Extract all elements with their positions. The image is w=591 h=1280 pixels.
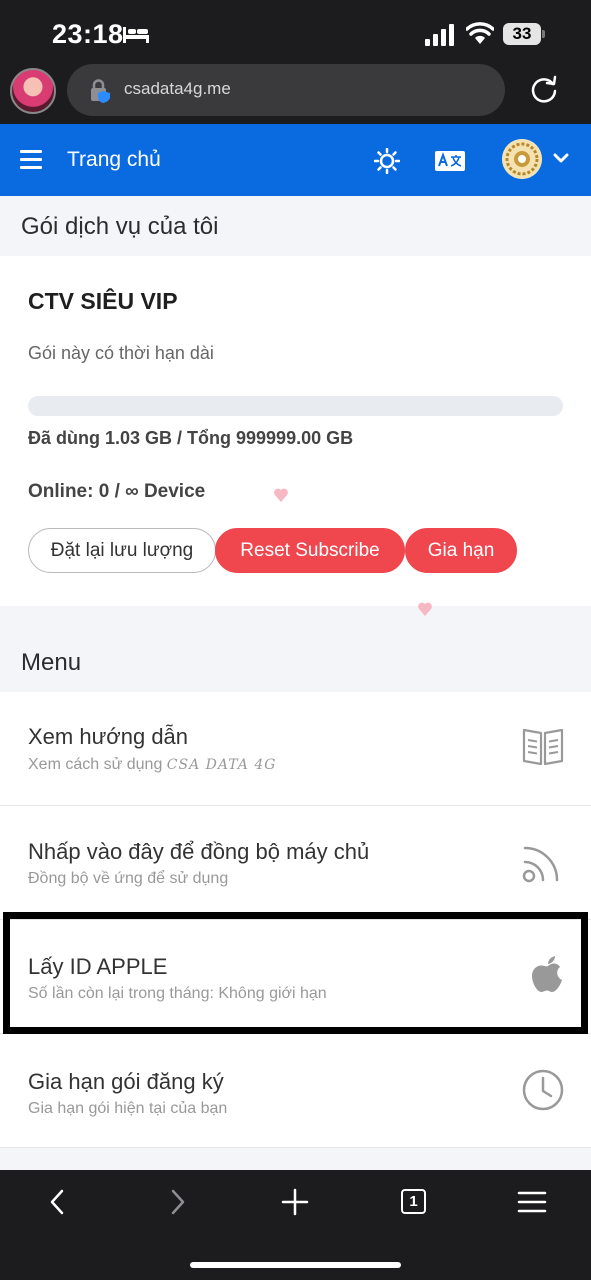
home-indicator — [190, 1262, 401, 1268]
chevron-down-icon[interactable] — [553, 152, 569, 164]
menu-icon[interactable] — [20, 150, 42, 170]
lock-shield-icon — [91, 79, 110, 103]
reload-icon[interactable] — [529, 75, 559, 105]
renew-button[interactable]: Gia hạn — [405, 528, 517, 573]
back-icon[interactable] — [43, 1187, 73, 1217]
tab-count-button[interactable]: 1 — [401, 1189, 426, 1214]
clock-icon — [522, 1069, 564, 1111]
service-card: CTV SIÊU VIP Gói này có thời hạn dài Đã … — [0, 256, 591, 606]
usage-progress-bar — [28, 396, 563, 416]
rss-icon — [522, 846, 559, 883]
heart-decoration — [274, 488, 288, 502]
app-header: Trang chủ — [0, 124, 591, 196]
menu-item-title: Lấy ID APPLE — [28, 954, 168, 979]
bed-icon — [123, 27, 149, 43]
heart-decoration — [418, 602, 432, 616]
menu-item-subtitle: Xem cách sử dụng CSA DATA 4G — [28, 756, 277, 773]
apple-icon — [532, 956, 562, 992]
package-description: Gói này có thời hạn dài — [28, 343, 214, 363]
menu-item-sync-server[interactable]: Nhấp vào đây để đồng bộ máy chủ Đồng bộ … — [0, 806, 591, 920]
service-section-title: Gói dịch vụ của tôi — [0, 196, 591, 256]
reset-subscribe-button[interactable]: Reset Subscribe — [215, 528, 405, 573]
browser-address-row: csadata4g.me — [0, 64, 591, 124]
menu-item-title: Xem hướng dẫn — [28, 724, 189, 749]
forward-icon[interactable] — [162, 1187, 192, 1217]
reset-traffic-button[interactable]: Đặt lại lưu lượng — [28, 528, 216, 573]
status-bar: 23:18 33 — [0, 0, 591, 64]
usage-text: Đã dùng 1.03 GB / Tổng 999999.00 GB — [28, 428, 354, 448]
book-icon — [522, 728, 564, 766]
wifi-icon — [466, 22, 494, 44]
new-tab-icon[interactable] — [280, 1187, 310, 1217]
menu-item-subtitle: Đồng bộ về ứng để sử dụng — [28, 870, 229, 887]
profile-avatar[interactable] — [10, 68, 56, 114]
menu-item-title: Nhấp vào đây để đồng bộ máy chủ — [28, 839, 370, 864]
menu-item-get-apple-id[interactable]: Lấy ID APPLE Số lần còn lại trong tháng:… — [0, 920, 591, 1034]
battery-indicator: 33 — [503, 23, 545, 45]
page-title: Trang chủ — [67, 148, 161, 171]
menu-item-title: Gia hạn gói đăng ký — [28, 1069, 224, 1094]
menu-item-subtitle: Số lần còn lại trong tháng: Không giới h… — [28, 985, 327, 1002]
status-time: 23:18 — [52, 19, 124, 49]
brand-text: CSA DATA 4G — [166, 757, 277, 773]
url-bar[interactable]: csadata4g.me — [67, 64, 505, 116]
menu-icon[interactable] — [517, 1187, 547, 1217]
translate-icon[interactable] — [435, 151, 465, 171]
menu-item-guide[interactable]: Xem hướng dẫn Xem cách sử dụng CSA DATA … — [0, 692, 591, 806]
online-devices-text: Online: 0 / ∞ Device — [28, 481, 206, 502]
theme-sun-icon[interactable] — [374, 148, 400, 174]
menu-item-subtitle: Gia hạn gói hiện tại của bạn — [28, 1100, 228, 1117]
url-text: csadata4g.me — [124, 79, 231, 98]
package-name: CTV SIÊU VIP — [28, 288, 178, 314]
signal-icon — [425, 24, 454, 46]
menu-item-renew-subscription[interactable]: Gia hạn gói đăng ký Gia hạn gói hiện tại… — [0, 1034, 591, 1148]
language-flag-avatar[interactable] — [502, 139, 542, 179]
menu-section-title: Menu — [0, 630, 591, 692]
